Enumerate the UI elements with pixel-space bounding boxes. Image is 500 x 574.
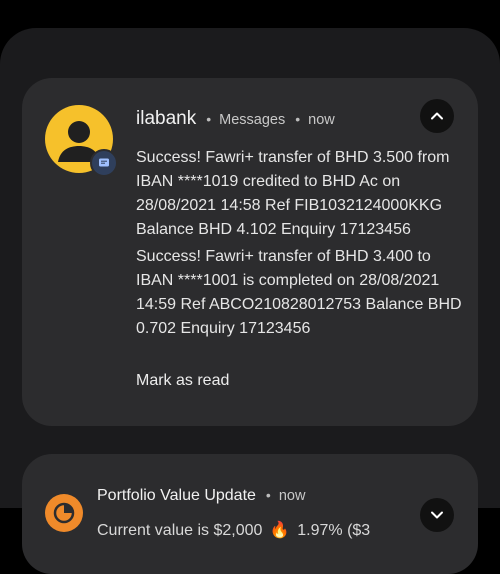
preview-text-start: Current value is $2,000 [97,522,263,539]
notification-shade: ilabank • Messages • now Success! Fawri+… [0,28,500,574]
notification-header: Portfolio Value Update • now [97,487,305,505]
collapse-button[interactable] [420,99,454,133]
fire-icon: 🔥 [269,522,290,539]
chevron-up-icon [431,112,443,120]
notification-time: now [308,112,335,128]
notification-time: now [278,488,306,504]
message-badge-icon [90,149,118,177]
notification-category: Messages [219,112,286,128]
notification-card-ilabank[interactable]: ilabank • Messages • now Success! Fawri+… [22,78,478,426]
notification-title: Portfolio Value Update [97,487,256,504]
message-text: Success! Fawri+ transfer of BHD 3.400 to… [136,248,462,337]
chevron-down-icon [431,511,443,519]
message-text: Success! Fawri+ transfer of BHD 3.500 fr… [136,149,450,238]
notification-preview: Current value is $2,000 🔥 1.97% ($3 [97,520,370,540]
expand-button[interactable] [420,498,454,532]
app-name: ilabank [136,108,197,129]
separator-dot: • [265,487,271,503]
notification-header: ilabank • Messages • now [136,108,335,130]
separator-dot: • [206,111,212,127]
notification-card-portfolio[interactable]: Portfolio Value Update • now Current val… [22,454,478,574]
mark-as-read-button[interactable]: Mark as read [136,372,229,390]
separator-dot: • [295,111,301,127]
preview-text-end: 1.97% ($3 [297,522,371,539]
